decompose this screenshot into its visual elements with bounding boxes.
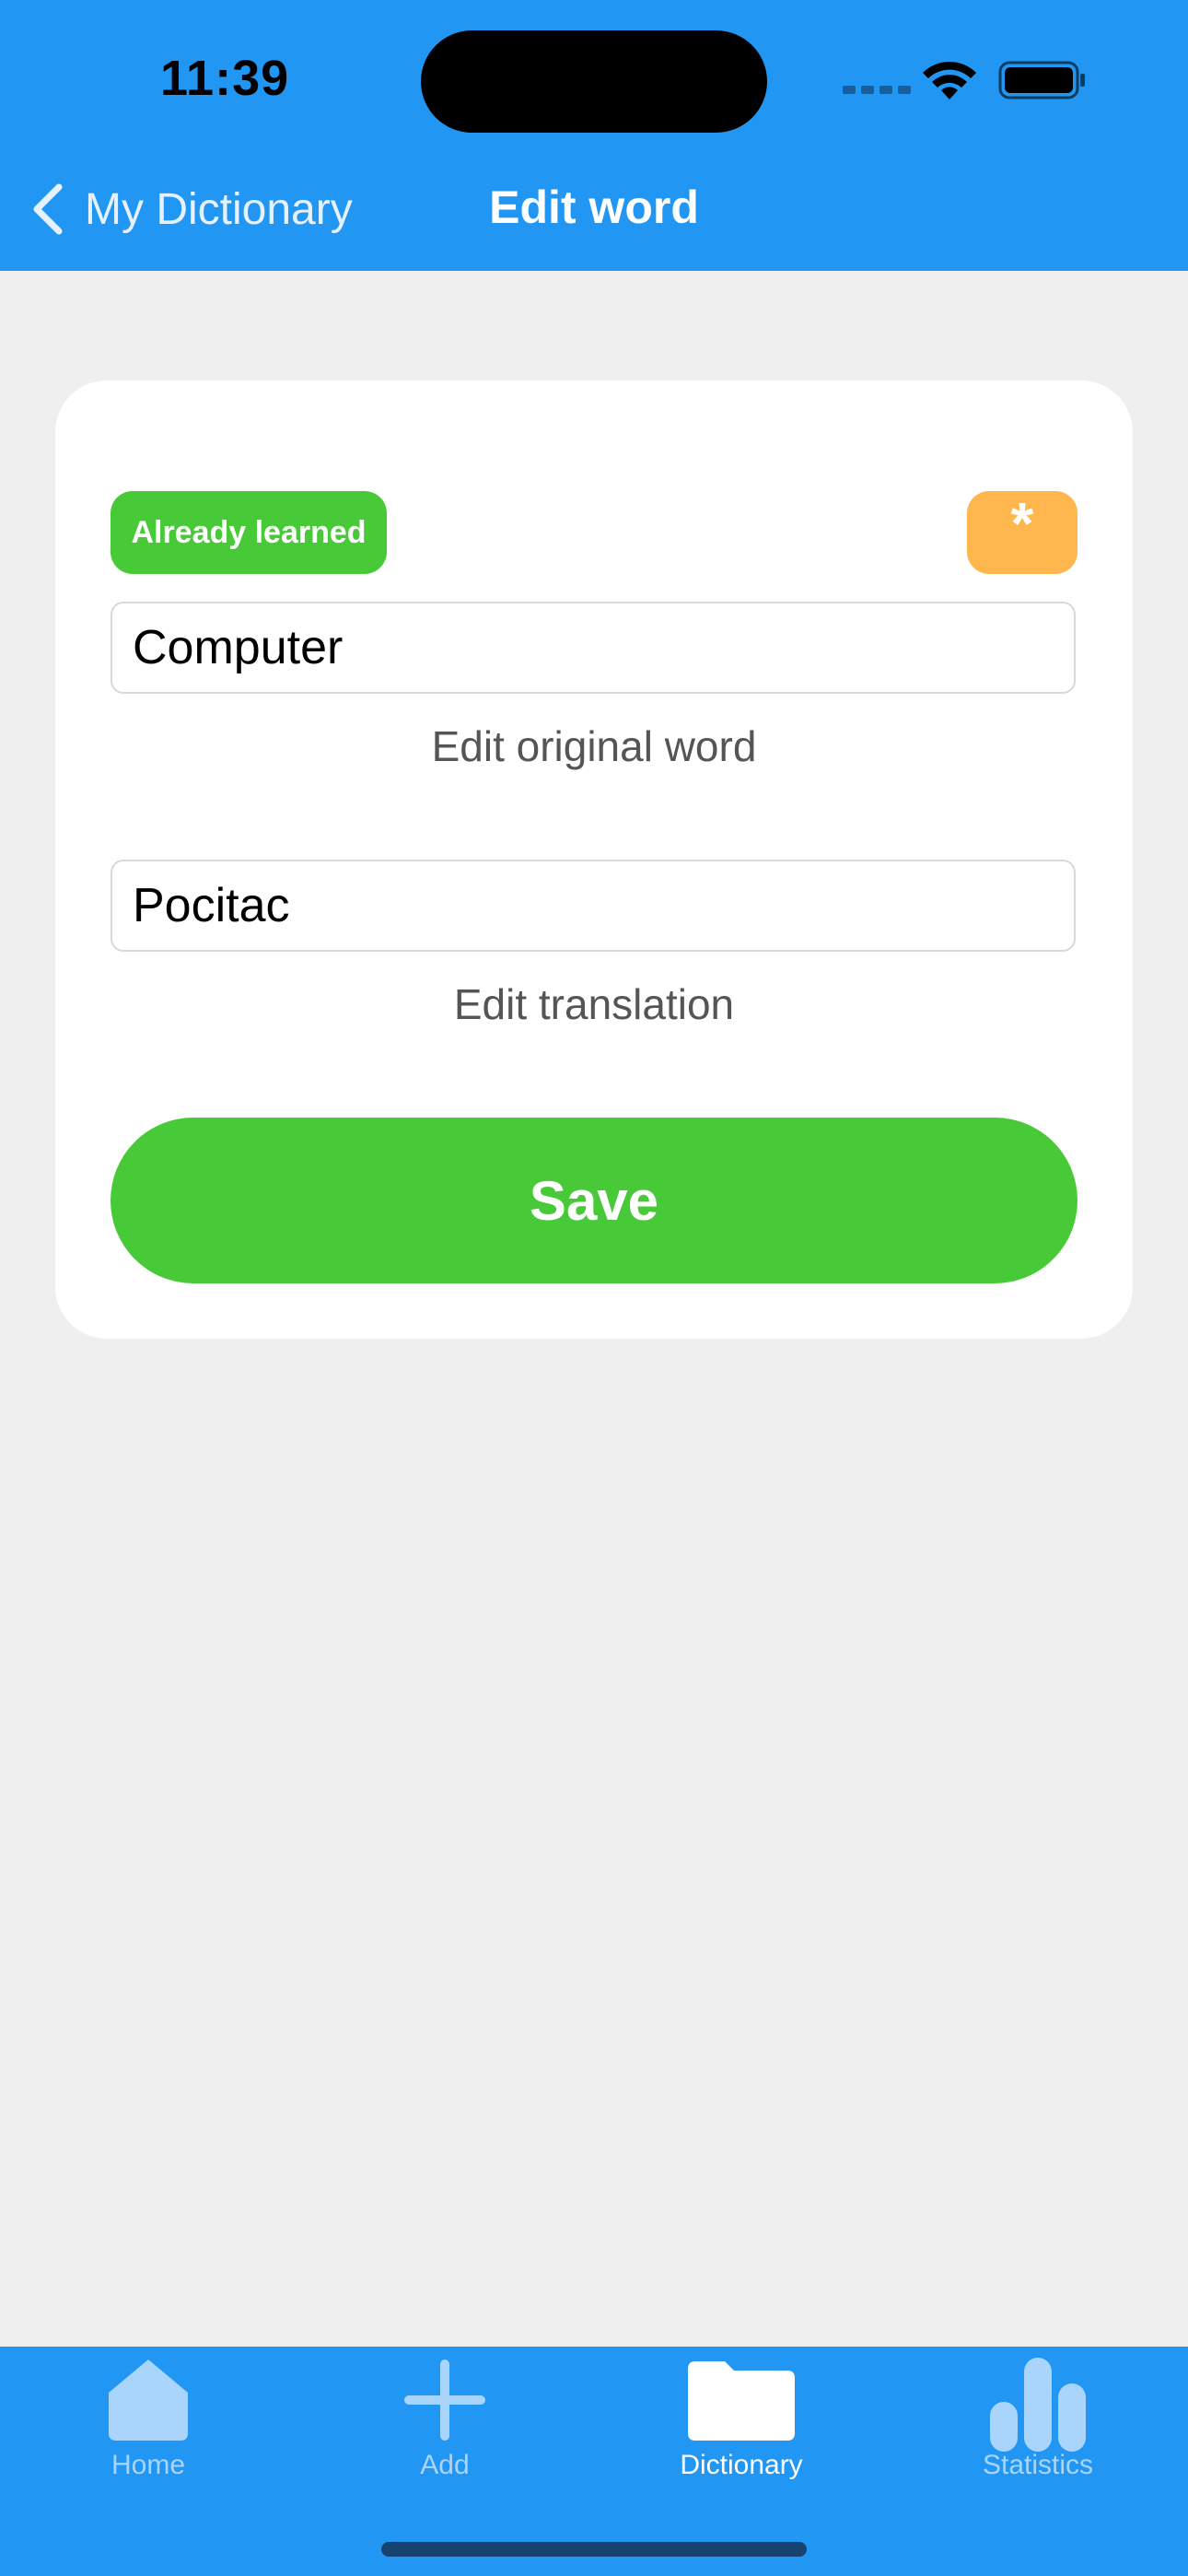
translation-input[interactable]: Pocitac	[111, 860, 1076, 952]
folder-icon	[688, 2361, 795, 2441]
edit-word-card: Already learned * Computer Edit original…	[55, 381, 1133, 1339]
battery-icon	[998, 61, 1085, 100]
status-time: 11:39	[160, 51, 290, 106]
plus-icon	[404, 2359, 485, 2441]
translation-caption: Edit translation	[453, 980, 735, 1028]
wifi-icon	[923, 61, 976, 100]
save-button[interactable]: Save	[111, 1118, 1077, 1283]
tab-add-label: Add	[420, 2450, 470, 2480]
page-title: Edit word	[489, 181, 699, 233]
tab-add[interactable]: Add	[297, 2347, 593, 2494]
bar-chart-icon	[990, 2358, 1086, 2452]
tab-dictionary-label: Dictionary	[680, 2450, 803, 2480]
original-word-caption: Edit original word	[431, 722, 757, 770]
cellular-signal-icon	[843, 86, 911, 94]
top-bar: 11:39 My Dictionary Edit word	[0, 0, 1188, 271]
home-icon	[109, 2359, 188, 2441]
tab-home-label: Home	[111, 2450, 186, 2480]
tab-dictionary[interactable]: Dictionary	[593, 2347, 890, 2494]
star-button[interactable]: *	[967, 491, 1077, 574]
tab-statistics-label: Statistics	[982, 2450, 1094, 2480]
tab-statistics[interactable]: Statistics	[890, 2347, 1186, 2494]
dynamic-island	[421, 30, 767, 133]
tab-home[interactable]: Home	[0, 2347, 297, 2494]
already-learned-button[interactable]: Already learned	[111, 491, 387, 574]
original-word-input[interactable]: Computer	[111, 602, 1076, 694]
home-indicator[interactable]	[381, 2542, 807, 2557]
